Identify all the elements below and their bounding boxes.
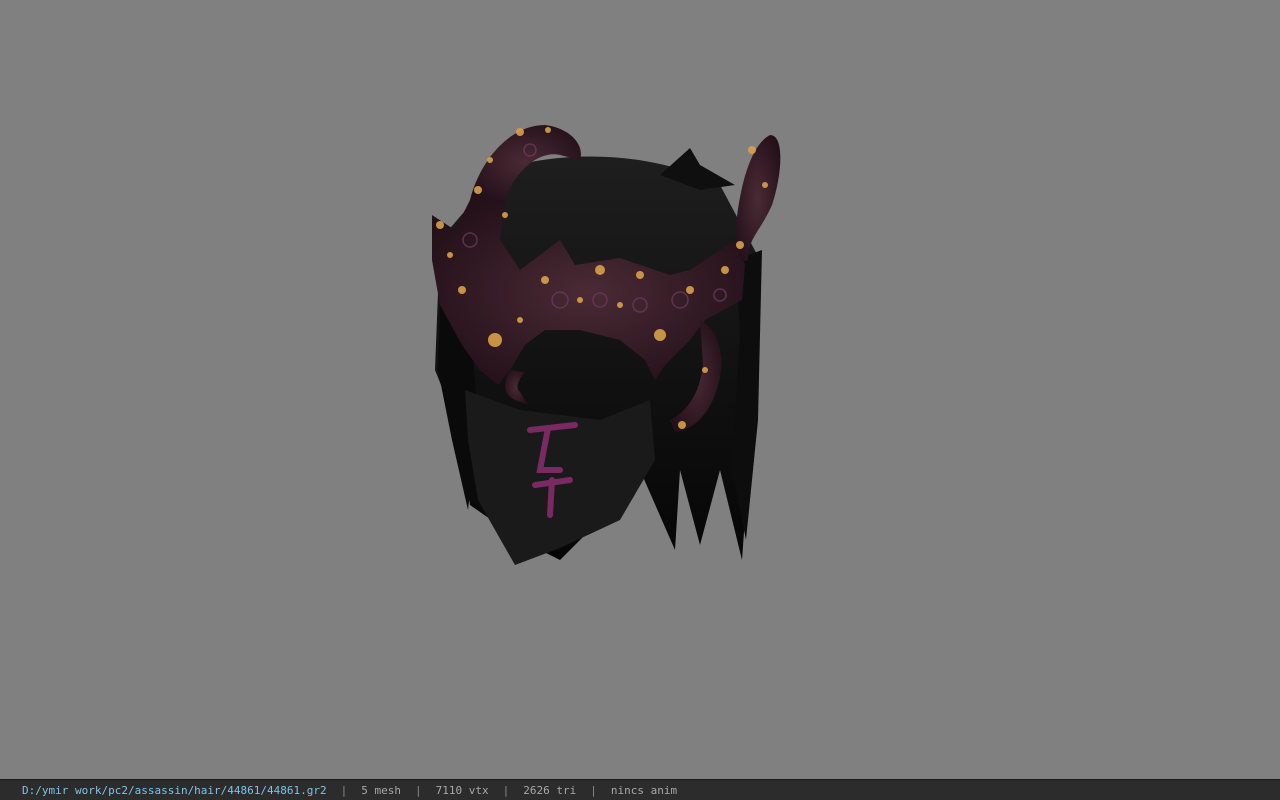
animation-status: nincs anim bbox=[610, 783, 678, 797]
mesh-count: 5 mesh bbox=[361, 783, 402, 797]
hair-model-icon bbox=[432, 125, 781, 565]
separator: | bbox=[590, 783, 597, 797]
vertex-count: 7110 vtx bbox=[435, 783, 489, 797]
face-mask bbox=[465, 390, 655, 565]
triangle-count: 2626 tri bbox=[523, 783, 577, 797]
3d-viewport[interactable] bbox=[0, 0, 1280, 779]
file-path: D:/ymir work/pc2/assassin/hair/44861/448… bbox=[22, 783, 327, 797]
status-bar: D:/ymir work/pc2/assassin/hair/44861/448… bbox=[0, 779, 1280, 800]
separator: | bbox=[415, 783, 422, 797]
separator: | bbox=[502, 783, 510, 797]
separator: | bbox=[340, 783, 348, 797]
